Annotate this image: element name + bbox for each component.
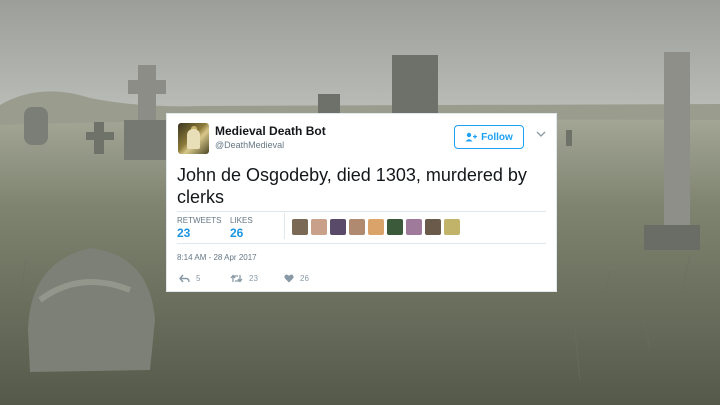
reply-icon	[179, 274, 190, 283]
liker-avatar[interactable]	[444, 219, 460, 235]
liker-avatar[interactable]	[311, 219, 327, 235]
divider	[177, 211, 546, 212]
tweet-text: John de Osgodeby, died 1303, murdered by…	[177, 165, 527, 207]
liker-avatar[interactable]	[349, 219, 365, 235]
heart-icon	[284, 274, 294, 283]
liker-avatar[interactable]	[406, 219, 422, 235]
divider	[284, 213, 285, 239]
retweet-count: 23	[249, 274, 258, 283]
retweets-count[interactable]: 23	[177, 226, 190, 240]
liker-avatar[interactable]	[330, 219, 346, 235]
like-count: 26	[300, 274, 309, 283]
reply-action[interactable]: 5	[179, 274, 200, 283]
divider	[177, 243, 546, 244]
liker-avatar[interactable]	[425, 219, 441, 235]
profile-avatar[interactable]	[178, 123, 209, 154]
display-name[interactable]: Medieval Death Bot	[215, 124, 326, 138]
likes-count[interactable]: 26	[230, 226, 243, 240]
liker-avatar[interactable]	[368, 219, 384, 235]
tweet-timestamp[interactable]: 8:14 AM - 28 Apr 2017	[177, 253, 257, 262]
retweet-action[interactable]: 23	[230, 274, 258, 283]
user-handle[interactable]: @DeathMedieval	[215, 140, 284, 150]
likes-label: LIKES	[230, 216, 253, 225]
liker-avatars	[292, 219, 460, 235]
liker-avatar[interactable]	[387, 219, 403, 235]
retweets-label: RETWEETS	[177, 216, 222, 225]
retweet-icon	[230, 274, 243, 283]
like-action[interactable]: 26	[284, 274, 309, 283]
follow-label: Follow	[481, 131, 513, 143]
liker-avatar[interactable]	[292, 219, 308, 235]
chevron-down-icon[interactable]	[536, 129, 546, 139]
follow-button[interactable]: Follow	[454, 125, 524, 149]
add-user-icon	[465, 132, 478, 142]
tweet-card: Medieval Death Bot @DeathMedieval Follow…	[166, 113, 557, 292]
reply-count: 5	[196, 274, 201, 283]
